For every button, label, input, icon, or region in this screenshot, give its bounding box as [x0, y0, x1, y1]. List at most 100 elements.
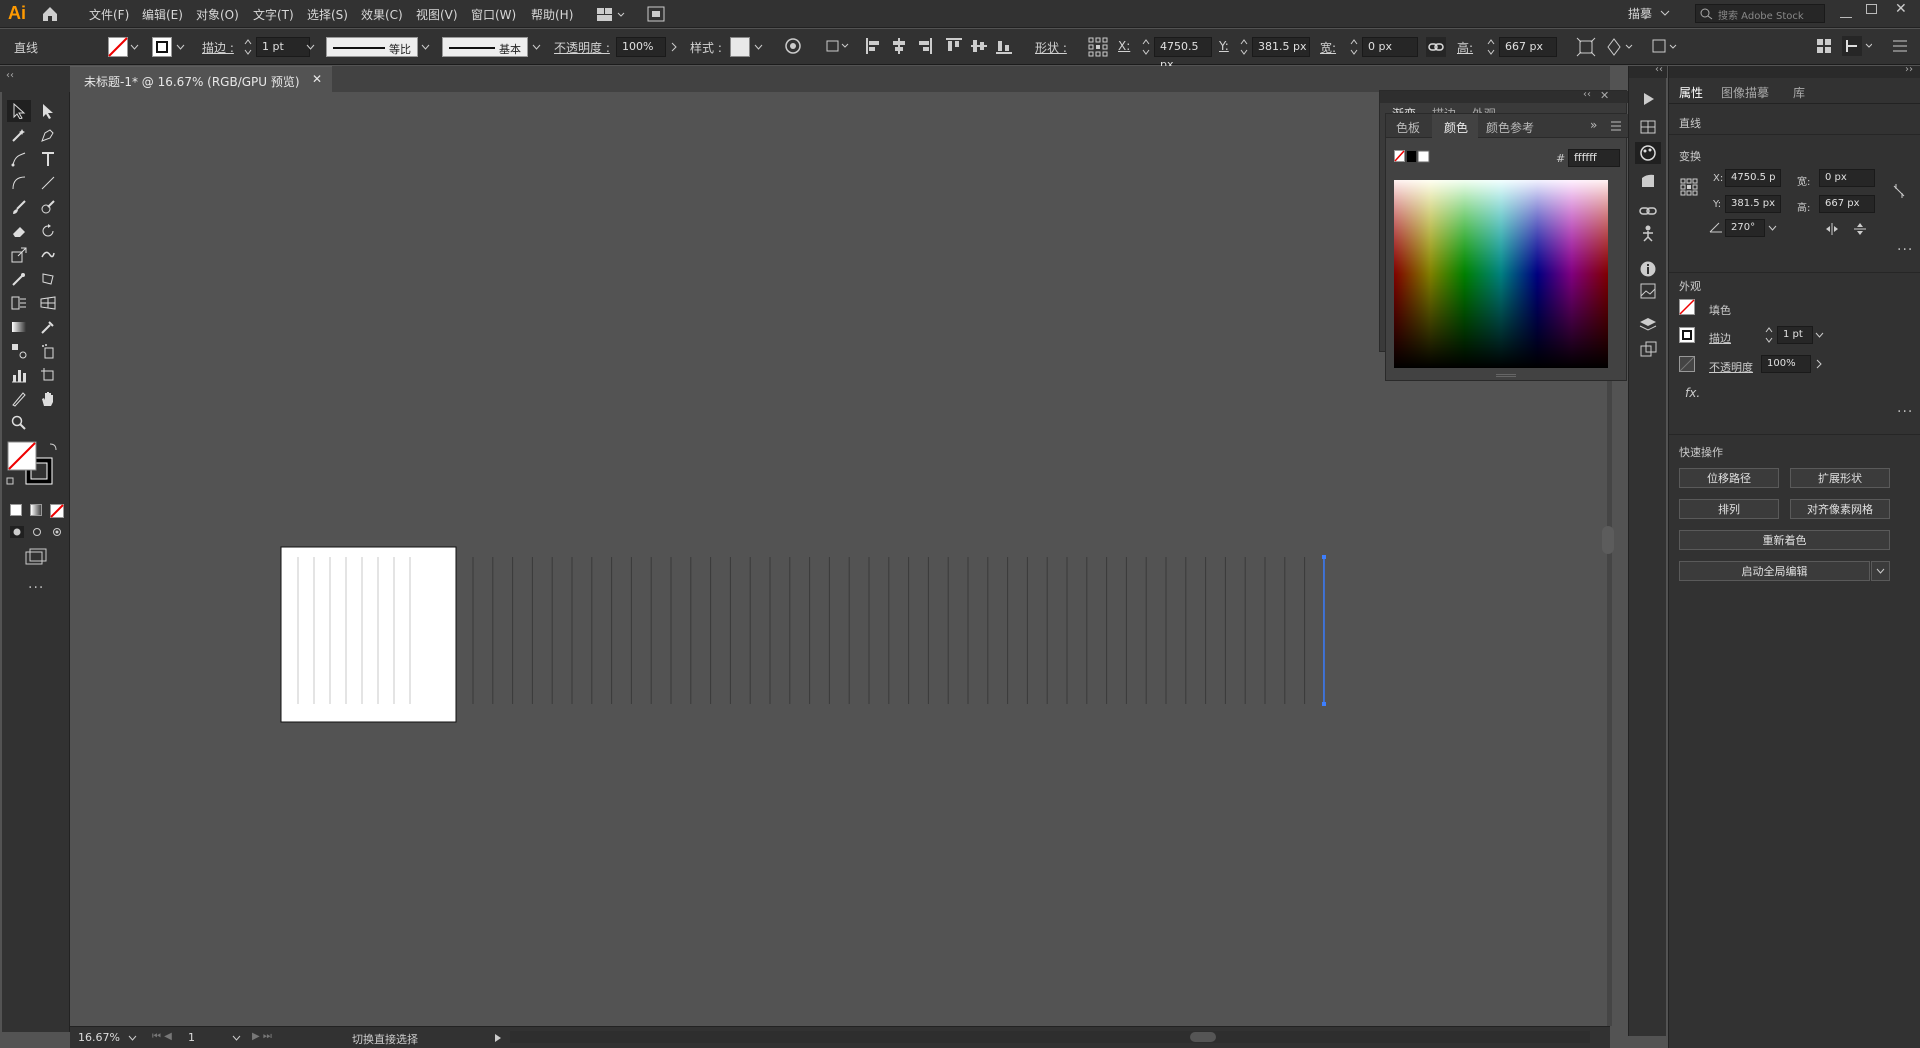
brush-definition[interactable]: 基本 — [442, 37, 528, 57]
stepper-icon[interactable] — [1350, 38, 1358, 56]
anchor-bottom[interactable] — [1322, 702, 1326, 706]
chevron-down-icon[interactable] — [1815, 332, 1824, 338]
chevron-down-icon[interactable] — [306, 44, 315, 50]
chevron-down-icon[interactable] — [532, 44, 541, 50]
info-icon[interactable] — [1639, 260, 1657, 278]
isolate-icon[interactable] — [1650, 37, 1680, 57]
align-bottom-icon[interactable] — [995, 37, 1013, 55]
chevron-down-icon[interactable] — [232, 1035, 241, 1041]
home-icon[interactable] — [40, 4, 60, 24]
chevron-right-icon[interactable] — [1815, 359, 1823, 369]
arrange-button[interactable]: 排列 — [1679, 499, 1779, 519]
warp-tool-icon[interactable] — [36, 244, 60, 266]
offset-path-button[interactable]: 位移路径 — [1679, 468, 1779, 488]
panel-menu-icon[interactable] — [1610, 121, 1622, 131]
menu-window[interactable]: 窗口(W) — [471, 6, 516, 23]
eyedropper-tool-icon[interactable] — [36, 316, 60, 338]
selection-tool-icon[interactable] — [7, 100, 31, 122]
align-center-icon[interactable] — [890, 37, 908, 55]
stepper-icon[interactable] — [1487, 38, 1495, 56]
pen-tool-icon[interactable] — [36, 124, 60, 146]
color-spectrum[interactable] — [1394, 180, 1608, 368]
more-options-icon[interactable]: ··· — [1897, 242, 1913, 258]
paintbrush-tool-icon[interactable] — [7, 196, 31, 218]
graphic-style-swatch[interactable] — [730, 37, 750, 57]
align-pixel-grid-button[interactable]: 对齐像素网格 — [1790, 499, 1890, 519]
close-tab-icon[interactable]: ✕ — [312, 72, 322, 86]
line-tool-icon[interactable] — [36, 172, 60, 194]
color-button[interactable] — [10, 504, 22, 516]
draw-inside-icon[interactable] — [50, 526, 64, 538]
panel-header[interactable]: ‹‹ ✕ — [1380, 89, 1628, 103]
fx-icon[interactable]: fx. — [1685, 386, 1700, 400]
collapse-icon[interactable]: ‹‹ — [1655, 64, 1663, 75]
page-nav-prev[interactable]: ⏮ ◀ — [152, 1031, 172, 1042]
column-graph-tool-icon[interactable] — [7, 364, 31, 386]
menu-file[interactable]: 文件(F) — [89, 6, 129, 23]
close-button[interactable]: ✕ — [1895, 1, 1907, 17]
shape-label[interactable]: 形状 : — [1035, 39, 1067, 56]
width-input[interactable]: 0 px — [1819, 169, 1875, 187]
fill-none-swatch[interactable] — [108, 37, 128, 57]
chevron-down-icon[interactable] — [130, 44, 139, 50]
stepper-icon[interactable] — [1765, 326, 1773, 344]
align-right-icon[interactable] — [915, 37, 933, 55]
page-nav-next[interactable]: ▶ ⏭ — [252, 1031, 272, 1042]
tab-color-active[interactable]: 颜色 — [1432, 114, 1478, 138]
links-icon[interactable] — [1639, 202, 1657, 220]
artboards-icon[interactable] — [1639, 340, 1657, 358]
recolor-icon[interactable] — [784, 37, 802, 55]
arrange-documents-icon[interactable] — [597, 8, 627, 22]
rotate-tool-icon[interactable] — [36, 220, 60, 242]
angle-input[interactable]: 270° — [1725, 219, 1765, 237]
stroke-label[interactable]: 描边 — [1709, 330, 1731, 346]
y-input[interactable]: 381.5 px — [1252, 37, 1310, 57]
maximize-button[interactable] — [1866, 4, 1877, 14]
expand-icon[interactable]: ›› — [1905, 64, 1913, 75]
chevron-down-icon[interactable] — [754, 44, 763, 50]
flip-vertical-icon[interactable] — [1853, 222, 1867, 236]
stock-search[interactable]: 搜索 Adobe Stock — [1695, 4, 1825, 23]
chevron-right-icon[interactable] — [670, 42, 678, 52]
screen-mode-icon[interactable] — [24, 548, 48, 566]
transform-icon[interactable] — [1576, 37, 1596, 57]
curvature-tool-icon[interactable] — [7, 148, 31, 170]
zoom-level[interactable]: 16.67% — [78, 1031, 120, 1044]
direct-selection-tool-icon[interactable] — [36, 100, 60, 122]
global-edit-button[interactable]: 启动全局编辑 — [1679, 561, 1870, 581]
gradient-panel-icon[interactable] — [1639, 172, 1657, 190]
collapse-icon[interactable]: ‹‹ — [1583, 89, 1591, 100]
fill-swatch[interactable] — [1679, 299, 1695, 315]
expand-shape-button[interactable]: 扩展形状 — [1790, 468, 1890, 488]
opacity-label[interactable]: 不透明度 : — [554, 39, 610, 56]
menu-help[interactable]: 帮助(H) — [531, 6, 573, 23]
panel-arrange-icon[interactable] — [1816, 38, 1832, 54]
perspective-grid-tool-icon[interactable] — [36, 292, 60, 314]
recolor-button[interactable]: 重新着色 — [1679, 530, 1890, 550]
opacity-label[interactable]: 不透明度 — [1709, 359, 1753, 375]
eraser-tool-icon[interactable] — [7, 220, 31, 242]
warp-icon[interactable] — [1606, 37, 1636, 57]
minimize-button[interactable] — [1840, 6, 1852, 18]
quick-swatches[interactable] — [1394, 150, 1430, 164]
hex-input[interactable]: ffffff — [1568, 149, 1620, 167]
reference-point-icon[interactable] — [1088, 37, 1108, 57]
edit-toolbar-icon[interactable]: ··· — [28, 580, 44, 596]
more-options-icon[interactable]: ··· — [1897, 404, 1913, 420]
puppet-icon[interactable] — [1639, 224, 1657, 242]
type-tool-icon[interactable] — [36, 148, 60, 170]
symbol-sprayer-tool-icon[interactable] — [36, 340, 60, 362]
stepper-icon[interactable] — [1240, 38, 1248, 56]
slice-tool-icon[interactable] — [7, 388, 31, 410]
tab-libraries[interactable]: 库 — [1793, 84, 1805, 101]
layers-icon[interactable] — [1639, 316, 1657, 334]
align-middle-icon[interactable] — [970, 37, 988, 55]
width-tool-icon[interactable] — [7, 268, 31, 290]
none-button[interactable] — [50, 504, 64, 518]
resize-handle[interactable] — [1496, 374, 1516, 377]
align-to-icon[interactable] — [826, 38, 852, 54]
zoom-tool-icon[interactable] — [7, 412, 31, 434]
gpu-icon[interactable] — [647, 6, 665, 22]
menu-select[interactable]: 选择(S) — [307, 6, 348, 23]
align-left-icon[interactable] — [865, 37, 883, 55]
